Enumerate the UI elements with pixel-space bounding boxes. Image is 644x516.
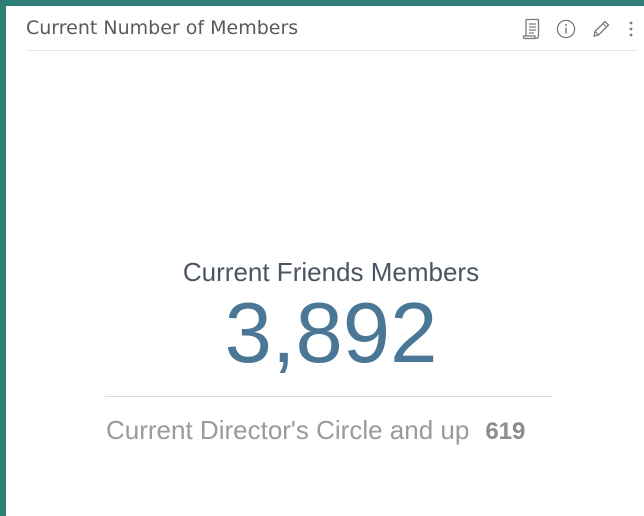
- kpi-content: Current Friends Members 3,892 Current Di…: [6, 51, 644, 516]
- widget-header: Current Number of Members: [26, 6, 638, 51]
- secondary-kpi: Current Director's Circle and up 619: [106, 415, 525, 446]
- kpi-widget: Current Number of Members Current Friend…: [6, 6, 644, 516]
- kpi-divider: [105, 396, 552, 397]
- report-icon[interactable]: [519, 17, 543, 41]
- primary-kpi-label: Current Friends Members: [182, 257, 480, 287]
- secondary-kpi-value: 619: [485, 418, 526, 445]
- primary-kpi-value: 3,892: [224, 286, 438, 381]
- edit-icon[interactable]: [589, 17, 613, 41]
- secondary-kpi-label: Current Director's Circle and up: [106, 415, 470, 445]
- widget-toolbar: [508, 17, 638, 41]
- info-icon[interactable]: [554, 17, 578, 41]
- widget-title: Current Number of Members: [26, 17, 299, 39]
- more-vertical-icon[interactable]: [624, 17, 638, 41]
